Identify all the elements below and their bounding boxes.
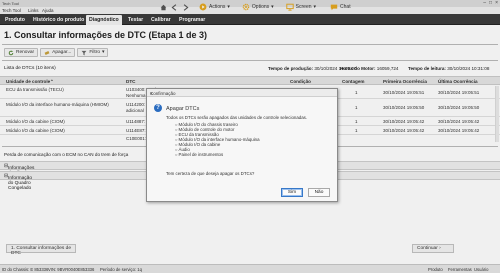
control-unit-list: Módulo I/O do chassis traseiro Módulo de… [175, 122, 260, 157]
dialog-question: Tem certeza de que deseja apagar os DTCs… [166, 171, 255, 176]
confirmation-dialog: Confirmação × ? Apagar DTCs Todos os DTC… [146, 88, 338, 202]
no-button[interactable]: Não [308, 188, 330, 197]
list-item: Painel de instrumentos [175, 152, 260, 157]
close-icon[interactable]: × [150, 91, 335, 96]
yes-button[interactable]: Sim [281, 188, 303, 197]
dialog-titlebar: Confirmação × [147, 89, 337, 97]
question-icon: ? [154, 104, 162, 112]
dialog-heading: Apagar DTCs [166, 106, 200, 112]
dialog-description: Todos os DTCs serão apagados das unidade… [166, 115, 308, 120]
